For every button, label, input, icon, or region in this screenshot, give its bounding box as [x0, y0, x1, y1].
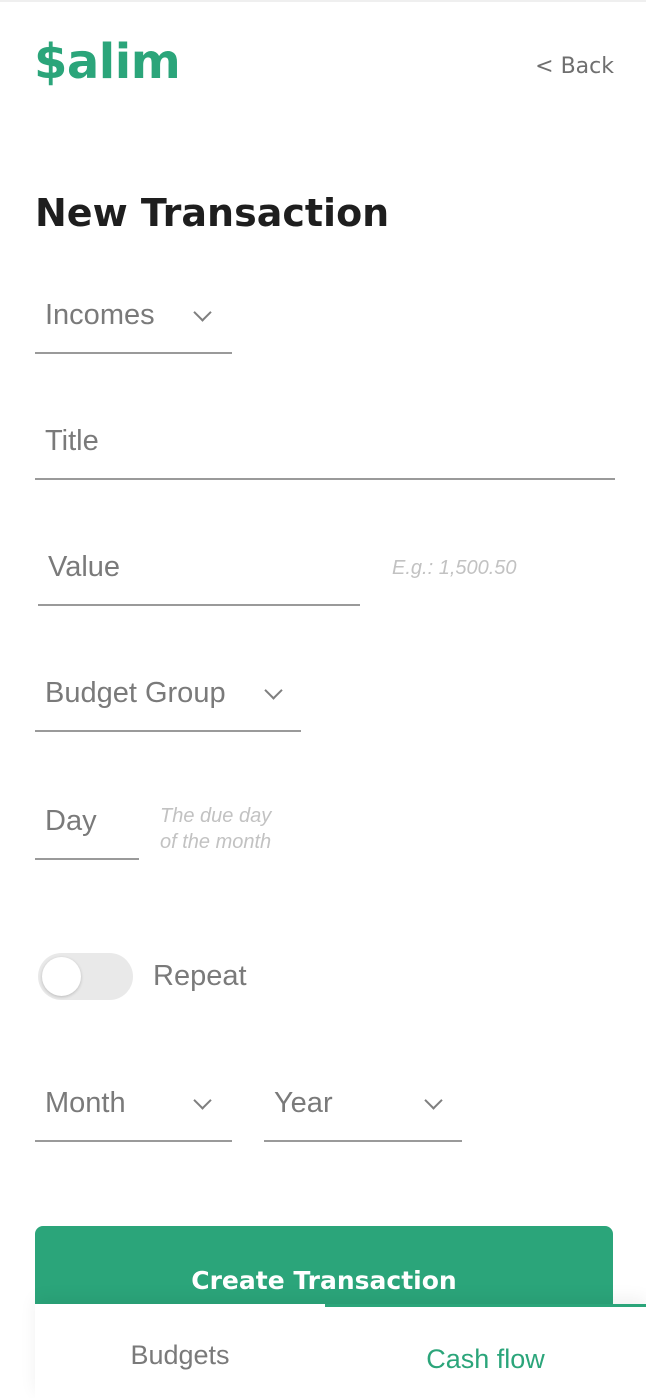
tab-budgets[interactable]: Budgets	[35, 1304, 325, 1398]
budget-group-value: Budget Group	[45, 677, 226, 709]
month-value: Month	[45, 1087, 126, 1119]
chevron-down-icon	[264, 681, 283, 700]
value-placeholder: Value	[48, 551, 121, 583]
title-input[interactable]: Title	[35, 418, 615, 480]
chevron-down-icon	[193, 1091, 212, 1110]
day-input[interactable]: Day	[35, 798, 139, 860]
budget-group-select[interactable]: Budget Group	[35, 670, 301, 732]
transaction-type-select[interactable]: Incomes	[35, 292, 232, 354]
repeat-label: Repeat	[153, 960, 247, 992]
tab-cash-flow[interactable]: Cash flow	[325, 1304, 646, 1398]
top-divider	[0, 0, 646, 2]
value-hint: E.g.: 1,500.50	[392, 557, 517, 579]
bottom-navigation: Budgets Cash flow	[35, 1304, 646, 1398]
title-placeholder: Title	[45, 425, 99, 457]
back-link[interactable]: < Back	[535, 54, 614, 79]
day-hint-line-2: of the month	[160, 831, 272, 853]
year-value: Year	[274, 1087, 333, 1119]
chevron-down-icon	[424, 1091, 443, 1110]
year-select[interactable]: Year	[264, 1080, 462, 1142]
page-title: New Transaction	[35, 191, 390, 235]
day-hint-line-1: The due day	[160, 805, 272, 827]
app-logo: $alim	[34, 34, 181, 90]
chevron-down-icon	[193, 303, 212, 322]
month-select[interactable]: Month	[35, 1080, 232, 1142]
day-hint: The due day of the month	[160, 803, 271, 855]
transaction-type-value: Incomes	[45, 299, 155, 331]
day-placeholder: Day	[45, 805, 97, 837]
repeat-toggle[interactable]	[38, 953, 133, 1000]
value-input[interactable]: Value	[38, 544, 360, 606]
toggle-knob	[42, 957, 81, 996]
